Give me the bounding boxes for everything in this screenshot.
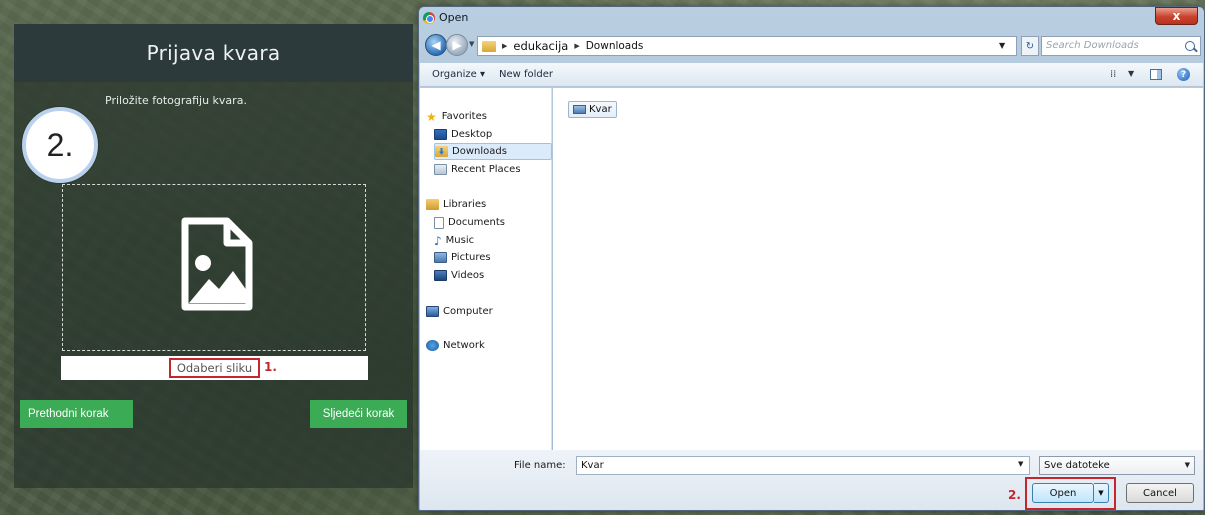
file-item-kvar[interactable]: Kvar	[568, 101, 617, 118]
dialog-footer: File name: Kvar ▼ Sve datoteke ▼ 2. Open…	[420, 450, 1203, 510]
nav-label: Music	[445, 235, 475, 246]
previous-step-button[interactable]: Prethodni korak	[20, 400, 133, 428]
annotation-step-1: 1.	[264, 360, 277, 374]
folder-icon	[482, 40, 496, 52]
app-header: Prijava kvara	[14, 24, 413, 82]
dialog-toolbar: Organize ▾ New folder ⁞⁞ ▼ ?	[420, 63, 1203, 87]
navigation-pane: ★ Favorites Desktop Downloads Recent Pla…	[420, 88, 552, 450]
breadcrumb-downloads[interactable]: Downloads	[586, 40, 644, 52]
open-split-dropdown[interactable]: ▼	[1094, 483, 1109, 503]
chevron-right-icon: ▶	[502, 42, 508, 50]
search-placeholder: Search Downloads	[1046, 40, 1139, 51]
computer-icon	[426, 306, 439, 317]
file-type-value: Sve datoteke	[1044, 460, 1110, 471]
new-folder-button[interactable]: New folder	[499, 69, 553, 80]
downloads-folder-icon	[435, 146, 448, 157]
preview-pane-icon[interactable]	[1150, 69, 1162, 80]
desktop-icon	[434, 129, 447, 140]
nav-pictures[interactable]: Pictures	[434, 249, 491, 266]
nav-videos[interactable]: Videos	[434, 267, 484, 284]
step-number: 2.	[46, 126, 74, 163]
file-list: Kvar	[553, 88, 1203, 450]
search-input[interactable]: Search Downloads	[1041, 36, 1201, 56]
nav-documents[interactable]: Documents	[434, 214, 505, 231]
nav-downloads[interactable]: Downloads	[434, 143, 552, 160]
close-button[interactable]: x	[1155, 7, 1198, 25]
nav-label: Favorites	[441, 111, 487, 122]
nav-libraries[interactable]: Libraries	[426, 196, 486, 213]
nav-recent-places[interactable]: Recent Places	[434, 161, 521, 178]
music-icon: ♪	[434, 233, 442, 248]
chrome-icon	[423, 12, 435, 24]
open-button[interactable]: Open	[1032, 483, 1094, 503]
nav-music[interactable]: ♪ Music	[434, 232, 474, 249]
image-dropzone[interactable]	[62, 184, 366, 351]
open-file-dialog: Open x ◀ ▶ ▼ ▶ edukacija ▶ Downloads ▼ ↻…	[418, 6, 1205, 511]
nav-label: Recent Places	[451, 164, 521, 175]
nav-favorites[interactable]: ★ Favorites	[426, 108, 487, 125]
step-instruction: Priložite fotografiju kvara.	[105, 94, 247, 107]
recent-places-icon	[434, 164, 447, 175]
libraries-icon	[426, 199, 439, 210]
file-name-input[interactable]: Kvar	[576, 456, 1030, 475]
documents-icon	[434, 216, 444, 229]
history-dropdown-icon[interactable]: ▼	[469, 40, 474, 48]
chevron-down-icon: ▼	[1184, 461, 1190, 469]
pictures-icon	[434, 252, 447, 263]
cancel-button[interactable]: Cancel	[1126, 483, 1194, 503]
nav-label: Libraries	[443, 199, 487, 210]
address-dropdown-icon[interactable]: ▼	[999, 41, 1005, 50]
nav-computer[interactable]: Computer	[426, 303, 493, 320]
step-indicator: 2.	[22, 107, 98, 183]
nav-label: Network	[443, 340, 485, 351]
help-icon[interactable]: ?	[1177, 68, 1190, 81]
star-icon: ★	[426, 109, 437, 124]
page-title: Prijava kvara	[146, 41, 281, 65]
file-name-label: File name:	[514, 460, 566, 471]
videos-icon	[434, 270, 447, 281]
dialog-titlebar[interactable]: Open x	[419, 7, 1204, 29]
nav-label: Downloads	[452, 146, 507, 157]
nav-label: Documents	[448, 217, 506, 228]
nav-label: Videos	[451, 270, 485, 281]
nav-label: Pictures	[451, 252, 491, 263]
next-step-button[interactable]: Sljedeći korak	[310, 400, 407, 428]
picture-file-icon	[573, 105, 586, 114]
nav-network[interactable]: Network	[426, 337, 485, 354]
file-name: Kvar	[589, 104, 612, 115]
nav-desktop[interactable]: Desktop	[434, 126, 492, 143]
forward-button[interactable]: ▶	[446, 34, 468, 56]
nav-label: Computer	[443, 306, 493, 317]
nav-label: Desktop	[451, 129, 493, 140]
chevron-down-icon[interactable]: ▼	[1018, 460, 1023, 468]
breadcrumb-edukacija[interactable]: edukacija	[513, 39, 568, 53]
choose-image-bar: Odaberi sliku	[61, 356, 368, 380]
dialog-title: Open	[439, 11, 469, 24]
view-options-icon[interactable]: ⁞⁞	[1110, 69, 1116, 80]
fault-report-panel: Prijava kvara 2. Priložite fotografiju k…	[14, 24, 413, 488]
image-file-icon	[181, 217, 253, 311]
file-type-select[interactable]: Sve datoteke ▼	[1039, 456, 1195, 475]
choose-image-button[interactable]: Odaberi sliku	[168, 358, 261, 378]
annotation-step-2: 2.	[1008, 488, 1021, 502]
organize-menu[interactable]: Organize ▾	[432, 69, 485, 80]
back-button[interactable]: ◀	[425, 34, 447, 56]
chevron-right-icon[interactable]: ▶	[574, 42, 579, 50]
refresh-button[interactable]: ↻	[1021, 36, 1039, 56]
chevron-down-icon[interactable]: ▼	[1128, 69, 1134, 78]
address-bar[interactable]: ▶ edukacija ▶ Downloads	[477, 36, 1017, 56]
search-icon[interactable]	[1185, 41, 1195, 51]
address-row: ◀ ▶ ▼ ▶ edukacija ▶ Downloads ▼ ↻ Search…	[419, 31, 1204, 61]
network-icon	[426, 340, 439, 351]
